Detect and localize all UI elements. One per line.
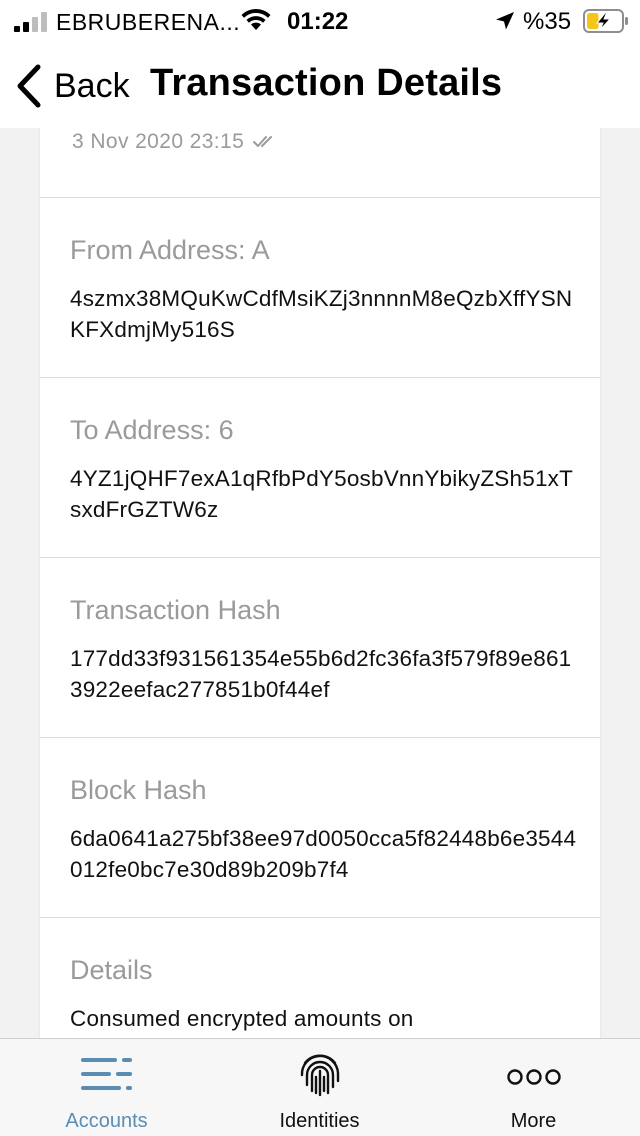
divider (40, 917, 600, 918)
divider (40, 737, 600, 738)
page-title: Transaction Details (150, 62, 503, 104)
to-address-label: To Address: 6 (70, 415, 234, 445)
back-button[interactable]: Back (14, 58, 130, 114)
details-label: Details (70, 955, 153, 985)
location-arrow-icon (496, 12, 514, 30)
to-address-value: 4YZ1jQHF7exA1qRfbPdY5osbVnnYbikyZSh51xTs… (70, 466, 574, 522)
fingerprint-icon (300, 1054, 339, 1097)
tab-identities[interactable]: Identities (213, 1039, 426, 1136)
transaction-details-screen: EBRUBERENA... 01:22 %35 Back Transaction… (0, 0, 640, 1136)
tab-identities-label: Identities (279, 1110, 360, 1132)
battery-percentage: %35 (523, 8, 572, 35)
transaction-card: 3 Nov 2020 23:15 From Address: A 4szmx38… (40, 128, 600, 1038)
accounts-list-icon (80, 1058, 132, 1090)
wifi-icon (241, 8, 271, 30)
from-address-value: 4szmx38MQuKwCdfMsiKZj3nnnnM8eQzbXffYSNKF… (70, 286, 573, 342)
tab-more-label: More (510, 1110, 557, 1132)
block-hash-value: 6da0641a275bf38ee97d0050cca5f82448b6e354… (70, 826, 577, 882)
status-bar: EBRUBERENA... 01:22 %35 (0, 0, 640, 44)
transaction-date: 3 Nov 2020 23:15 (72, 130, 245, 153)
transaction-hash-label: Transaction Hash (70, 595, 281, 625)
divider (40, 377, 600, 378)
tab-bar: Accounts Identities More (0, 1038, 640, 1136)
block-hash-label: Block Hash (70, 775, 207, 805)
divider (40, 557, 600, 558)
tab-accounts[interactable]: Accounts (0, 1039, 213, 1136)
transaction-hash-value: 177dd33f931561354e55b6d2fc36fa3f579f89e8… (70, 646, 572, 702)
double-check-icon (253, 136, 273, 147)
cellular-signal-icon (14, 12, 47, 32)
battery-charging-icon (583, 9, 628, 33)
transaction-details-scroll[interactable]: 3 Nov 2020 23:15 From Address: A 4szmx38… (0, 128, 640, 1038)
chevron-left-icon (17, 64, 41, 108)
navigation-bar: Back Transaction Details (0, 44, 640, 128)
more-dots-icon (506, 1069, 561, 1085)
tab-more[interactable]: More (427, 1039, 640, 1136)
divider (40, 197, 600, 198)
details-value: Consumed encrypted amounts on (70, 1006, 414, 1031)
from-address-label: From Address: A (70, 235, 270, 265)
status-time: 01:22 (287, 8, 349, 35)
back-label: Back (54, 66, 130, 105)
carrier-name: EBRUBERENA... (56, 9, 241, 35)
transaction-date-row: 3 Nov 2020 23:15 (72, 130, 278, 154)
tab-accounts-label: Accounts (65, 1110, 148, 1132)
